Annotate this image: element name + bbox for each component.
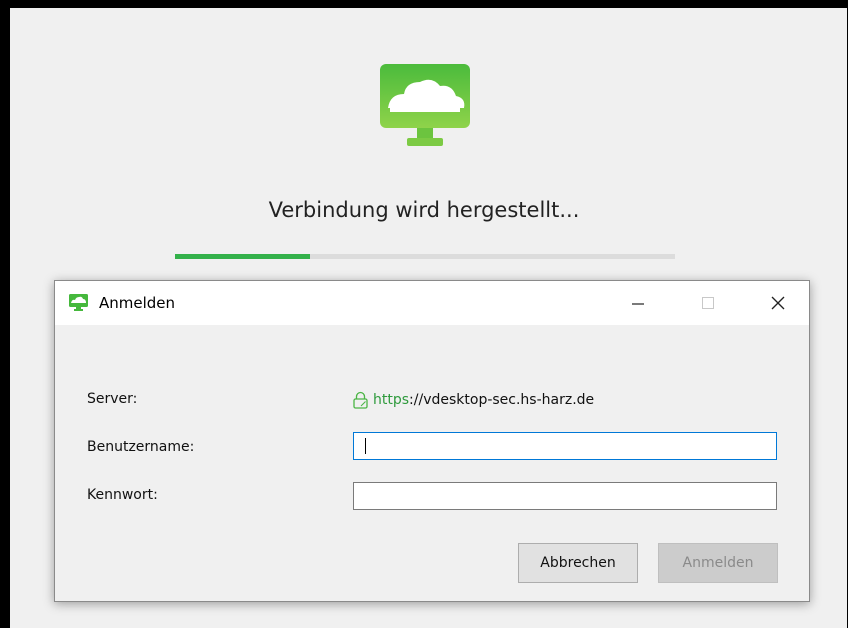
password-input[interactable] <box>353 482 777 510</box>
server-label: Server: <box>87 391 138 407</box>
minimize-icon <box>632 303 644 305</box>
cloud-monitor-icon <box>69 294 88 311</box>
server-url-scheme: https <box>373 392 410 408</box>
login-button[interactable]: Anmelden <box>658 543 778 583</box>
text-caret <box>365 438 366 454</box>
username-input[interactable] <box>353 432 777 460</box>
cancel-button[interactable]: Abbrechen <box>518 543 638 583</box>
lock-icon <box>353 391 368 409</box>
maximize-icon <box>702 297 714 309</box>
connection-status-text: Verbindung wird hergestellt... <box>268 198 580 222</box>
close-button[interactable] <box>755 281 801 325</box>
server-url: https://vdesktop-sec.hs-harz.de <box>352 391 594 409</box>
progress-fill <box>175 254 310 259</box>
password-label: Kennwort: <box>87 487 158 503</box>
connection-progress-bar <box>175 254 675 259</box>
dialog-title: Anmelden <box>99 294 176 312</box>
server-url-host: ://vdesktop-sec.hs-harz.de <box>409 392 595 408</box>
username-label: Benutzername: <box>87 439 195 455</box>
maximize-button[interactable] <box>685 281 731 325</box>
close-icon <box>771 296 785 310</box>
minimize-button[interactable] <box>615 281 661 325</box>
cloud-monitor-icon <box>380 64 470 146</box>
dialog-titlebar[interactable]: Anmelden <box>55 281 809 325</box>
login-dialog: Anmelden Server: https://vdesktop-sec.hs… <box>54 280 810 602</box>
